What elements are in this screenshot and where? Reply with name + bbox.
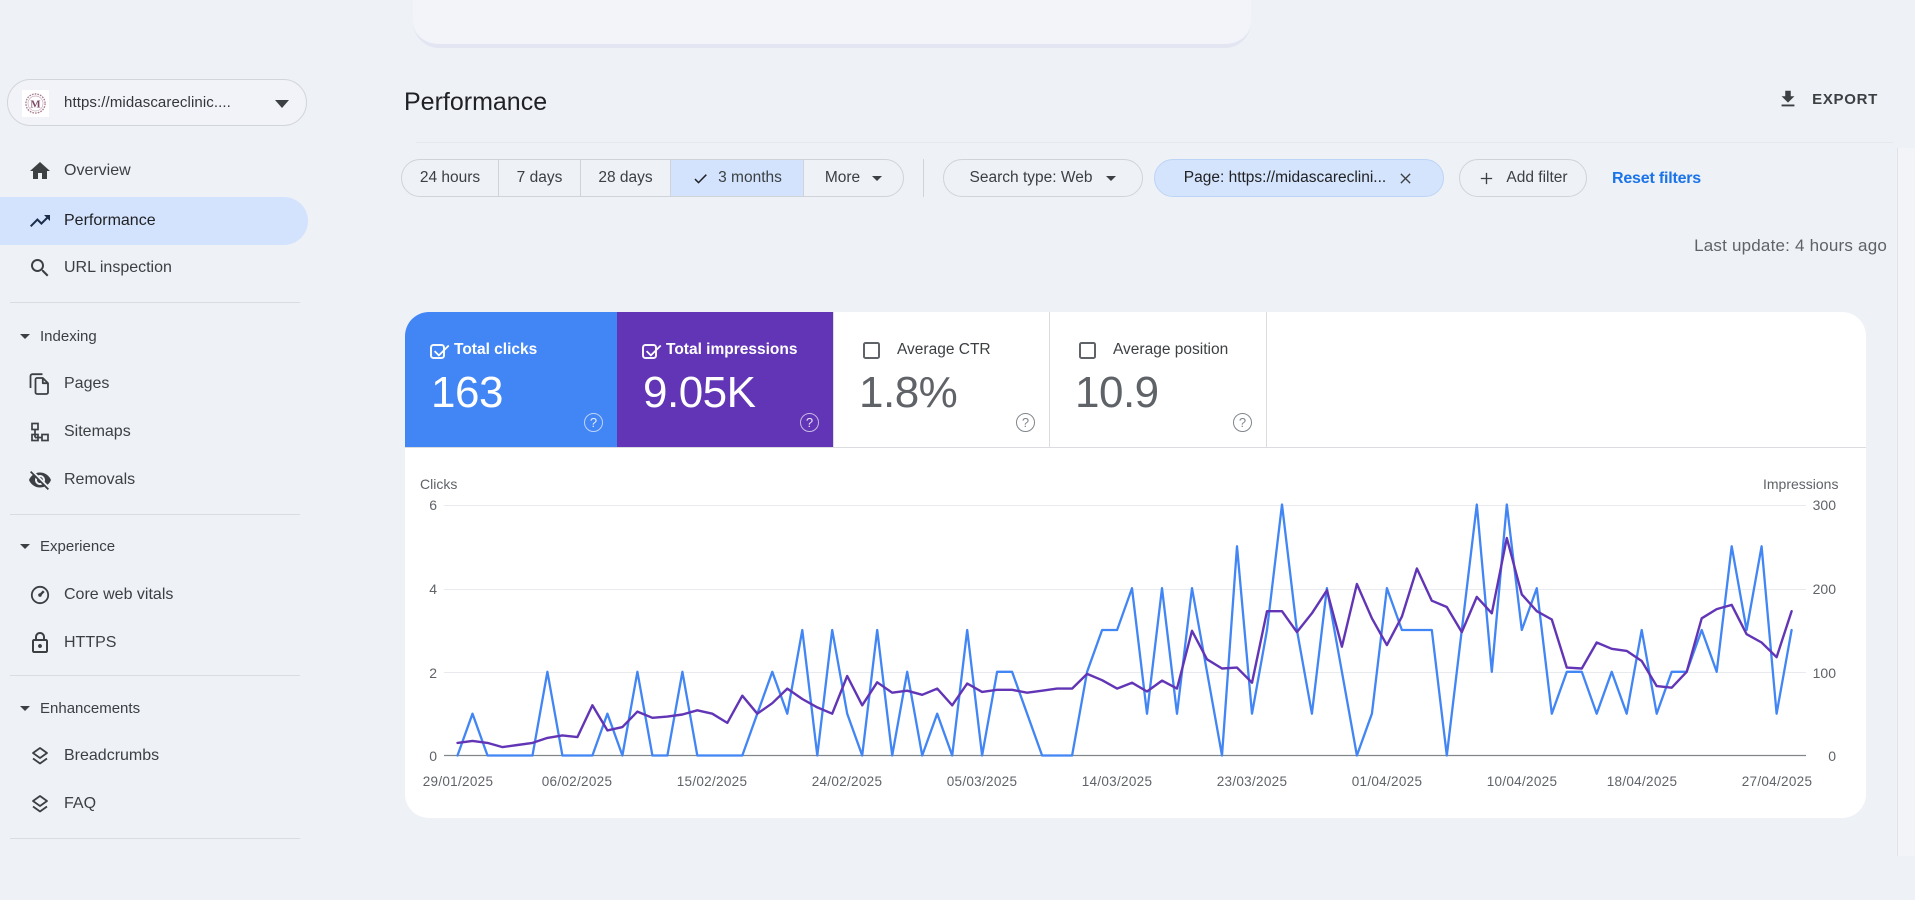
svg-text:M: M xyxy=(30,99,40,111)
